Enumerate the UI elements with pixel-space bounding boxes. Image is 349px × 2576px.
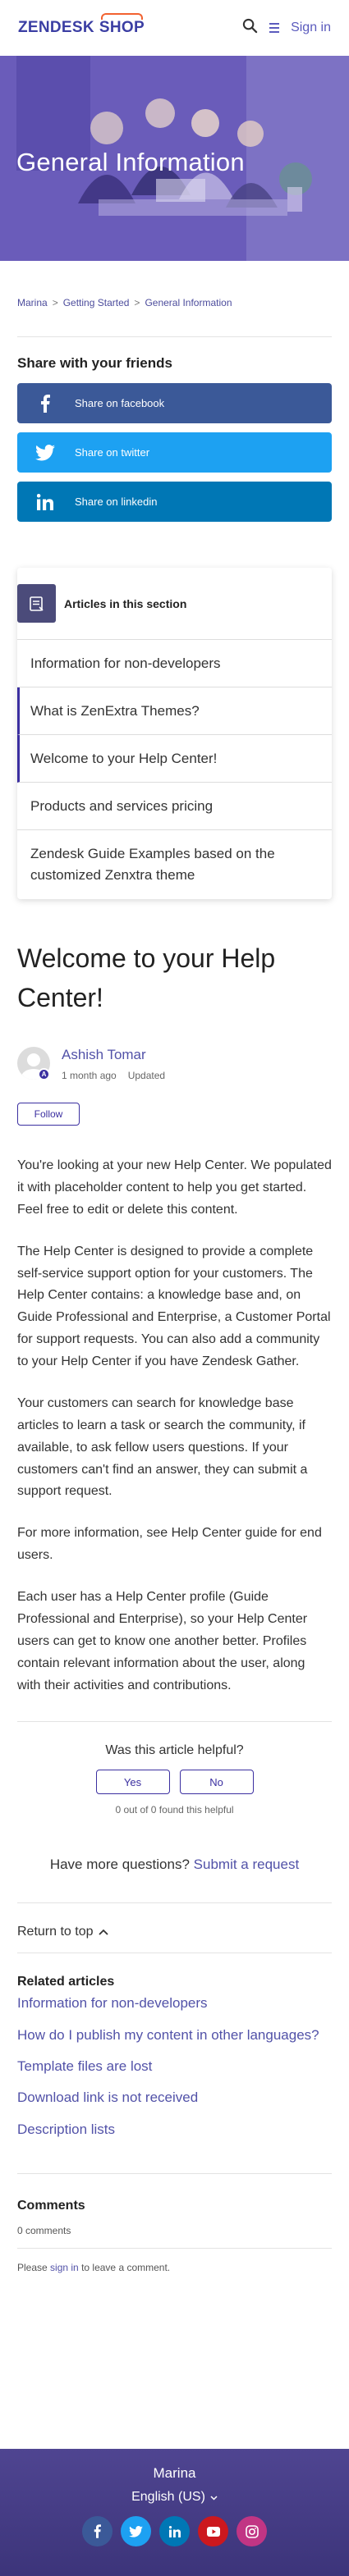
more-questions-text: Have more questions? <box>49 1857 190 1873</box>
section-article-label: Information for non-developers <box>30 655 221 671</box>
return-to-top-link[interactable]: Return to top <box>0 1925 349 1939</box>
share-facebook-button[interactable]: Share on facebook <box>17 383 332 423</box>
page-title: General Information <box>16 148 245 176</box>
footer-brand-name: Marina <box>153 2465 196 2481</box>
article-author: A Ashish Tomar 1 month ago Updated <box>17 1047 332 1081</box>
share-twitter-label: Share on twitter <box>75 446 150 459</box>
instagram-icon[interactable] <box>236 2516 267 2546</box>
vote-yes-button[interactable]: Yes <box>95 1770 170 1795</box>
site-logo[interactable]: ZENDESK SHOP <box>18 13 145 37</box>
section-articles-heading: Articles in this section <box>64 596 187 610</box>
article-title: Welcome to your Help Center! <box>17 943 276 1012</box>
feedback-buttons: Yes No <box>0 1770 349 1795</box>
return-to-top-label: Return to top <box>17 1925 94 1939</box>
search-icon[interactable] <box>242 18 258 38</box>
language-selector[interactable]: English (US) <box>131 2490 218 2505</box>
submit-request-link[interactable]: Submit a request <box>194 1857 300 1872</box>
share-twitter-button[interactable]: Share on twitter <box>17 432 332 473</box>
divider <box>17 1902 332 1904</box>
share-heading: Share with your friends <box>17 355 172 371</box>
language-label: English (US) <box>131 2490 205 2504</box>
header-actions: Sign in <box>242 18 331 38</box>
breadcrumb-item-general-information[interactable]: General Information <box>145 297 232 308</box>
signin-leave-text: to leave a comment. <box>81 2262 171 2274</box>
related-articles-list: Information for non-developers How do I … <box>0 1993 349 2140</box>
divider <box>17 1721 332 1723</box>
section-article-label: Zendesk Guide Examples based on the cust… <box>30 845 275 883</box>
sign-in-link[interactable]: Sign in <box>291 21 331 35</box>
article-paragraph: For more information, see Help Center gu… <box>17 1526 322 1563</box>
linkedin-icon[interactable] <box>159 2516 190 2546</box>
article-time: 1 month ago <box>62 1070 117 1081</box>
section-article-item-current[interactable]: Welcome to your Help Center! <box>17 735 332 783</box>
menu-icon[interactable] <box>269 23 280 33</box>
vote-no-button[interactable]: No <box>179 1770 254 1795</box>
hero-banner: General Information <box>0 56 349 261</box>
related-article-link[interactable]: Download link is not received <box>17 2087 332 2108</box>
breadcrumb-separator: > <box>134 297 140 308</box>
facebook-icon[interactable] <box>82 2516 113 2546</box>
section-articles-panel: Articles in this section Information for… <box>17 568 332 899</box>
article-paragraph: Each user has a Help Center profile (Gui… <box>17 1590 308 1692</box>
article-meta: 1 month ago Updated <box>62 1070 165 1081</box>
breadcrumb-item-marina[interactable]: Marina <box>17 297 48 308</box>
section-article-item[interactable]: Products and services pricing <box>17 783 332 830</box>
chevron-up-icon <box>98 1925 108 1939</box>
twitter-icon[interactable] <box>121 2516 151 2546</box>
author-name-link[interactable]: Ashish Tomar <box>62 1047 146 1062</box>
comments-heading: Comments <box>17 2199 85 2213</box>
facebook-icon <box>35 394 55 413</box>
logo-text-shop: SHOP <box>99 13 145 36</box>
divider <box>17 2173 332 2175</box>
article-feedback: Was this article helpful? Yes No 0 out o… <box>0 1743 349 1816</box>
logo-text-zendesk: ZENDESK <box>18 19 94 36</box>
agent-badge-icon: A <box>38 1068 50 1080</box>
article-list-icon <box>17 584 56 623</box>
comment-signin-prompt: Please sign in to leave a comment. <box>0 2262 349 2273</box>
comment-sign-in-link[interactable]: sign in <box>50 2262 79 2273</box>
related-article-link[interactable]: Template files are lost <box>17 2056 332 2077</box>
related-article-link[interactable]: Information for non-developers <box>17 1993 332 2014</box>
site-header: ZENDESK SHOP Sign in <box>0 0 349 56</box>
section-articles-header: Articles in this section <box>17 568 332 640</box>
share-facebook-label: Share on facebook <box>75 397 165 409</box>
article-paragraph: You're looking at your new Help Center. … <box>17 1158 332 1217</box>
more-questions: Have more questions? Submit a request <box>0 1857 349 1873</box>
related-article-link[interactable]: Description lists <box>17 2119 332 2140</box>
share-linkedin-button[interactable]: Share on linkedin <box>17 482 332 522</box>
section-article-label: Products and services pricing <box>30 797 214 814</box>
section-article-label: Welcome to your Help Center! <box>30 750 218 766</box>
divider <box>17 336 332 337</box>
article-updated: Updated <box>127 1070 166 1081</box>
vote-count: 0 out of 0 found this helpful <box>115 1804 234 1816</box>
breadcrumb-item-getting-started[interactable]: Getting Started <box>63 297 130 308</box>
breadcrumb-separator: > <box>52 297 58 308</box>
follow-button[interactable]: Follow <box>17 1103 80 1126</box>
chevron-down-icon <box>210 2490 218 2505</box>
linkedin-icon <box>35 492 55 512</box>
twitter-icon <box>35 443 55 463</box>
related-articles-heading: Related articles <box>17 1975 115 1989</box>
section-article-item[interactable]: Information for non-developers <box>17 640 332 687</box>
feedback-question: Was this article helpful? <box>105 1743 244 1758</box>
article-paragraph: Your customers can search for knowledge … <box>17 1395 308 1499</box>
article-body: You're looking at your new Help Center. … <box>0 1155 349 1697</box>
footer-social-links <box>0 2516 349 2546</box>
site-footer: Marina English (US) <box>0 2449 349 2576</box>
breadcrumb: Marina > Getting Started > General Infor… <box>0 297 349 308</box>
section-article-label: What is ZenExtra Themes? <box>30 702 200 719</box>
section-article-item[interactable]: Zendesk Guide Examples based on the cust… <box>17 830 332 899</box>
share-linkedin-label: Share on linkedin <box>75 496 158 508</box>
divider <box>17 2248 332 2249</box>
related-article-link[interactable]: How do I publish my content in other lan… <box>17 2025 332 2046</box>
comments-count: 0 comments <box>17 2225 71 2237</box>
youtube-icon[interactable] <box>198 2516 228 2546</box>
article-paragraph: The Help Center is designed to provide a… <box>17 1244 331 1368</box>
signin-please-text: Please <box>17 2262 48 2274</box>
section-article-item[interactable]: What is ZenExtra Themes? <box>17 687 332 735</box>
